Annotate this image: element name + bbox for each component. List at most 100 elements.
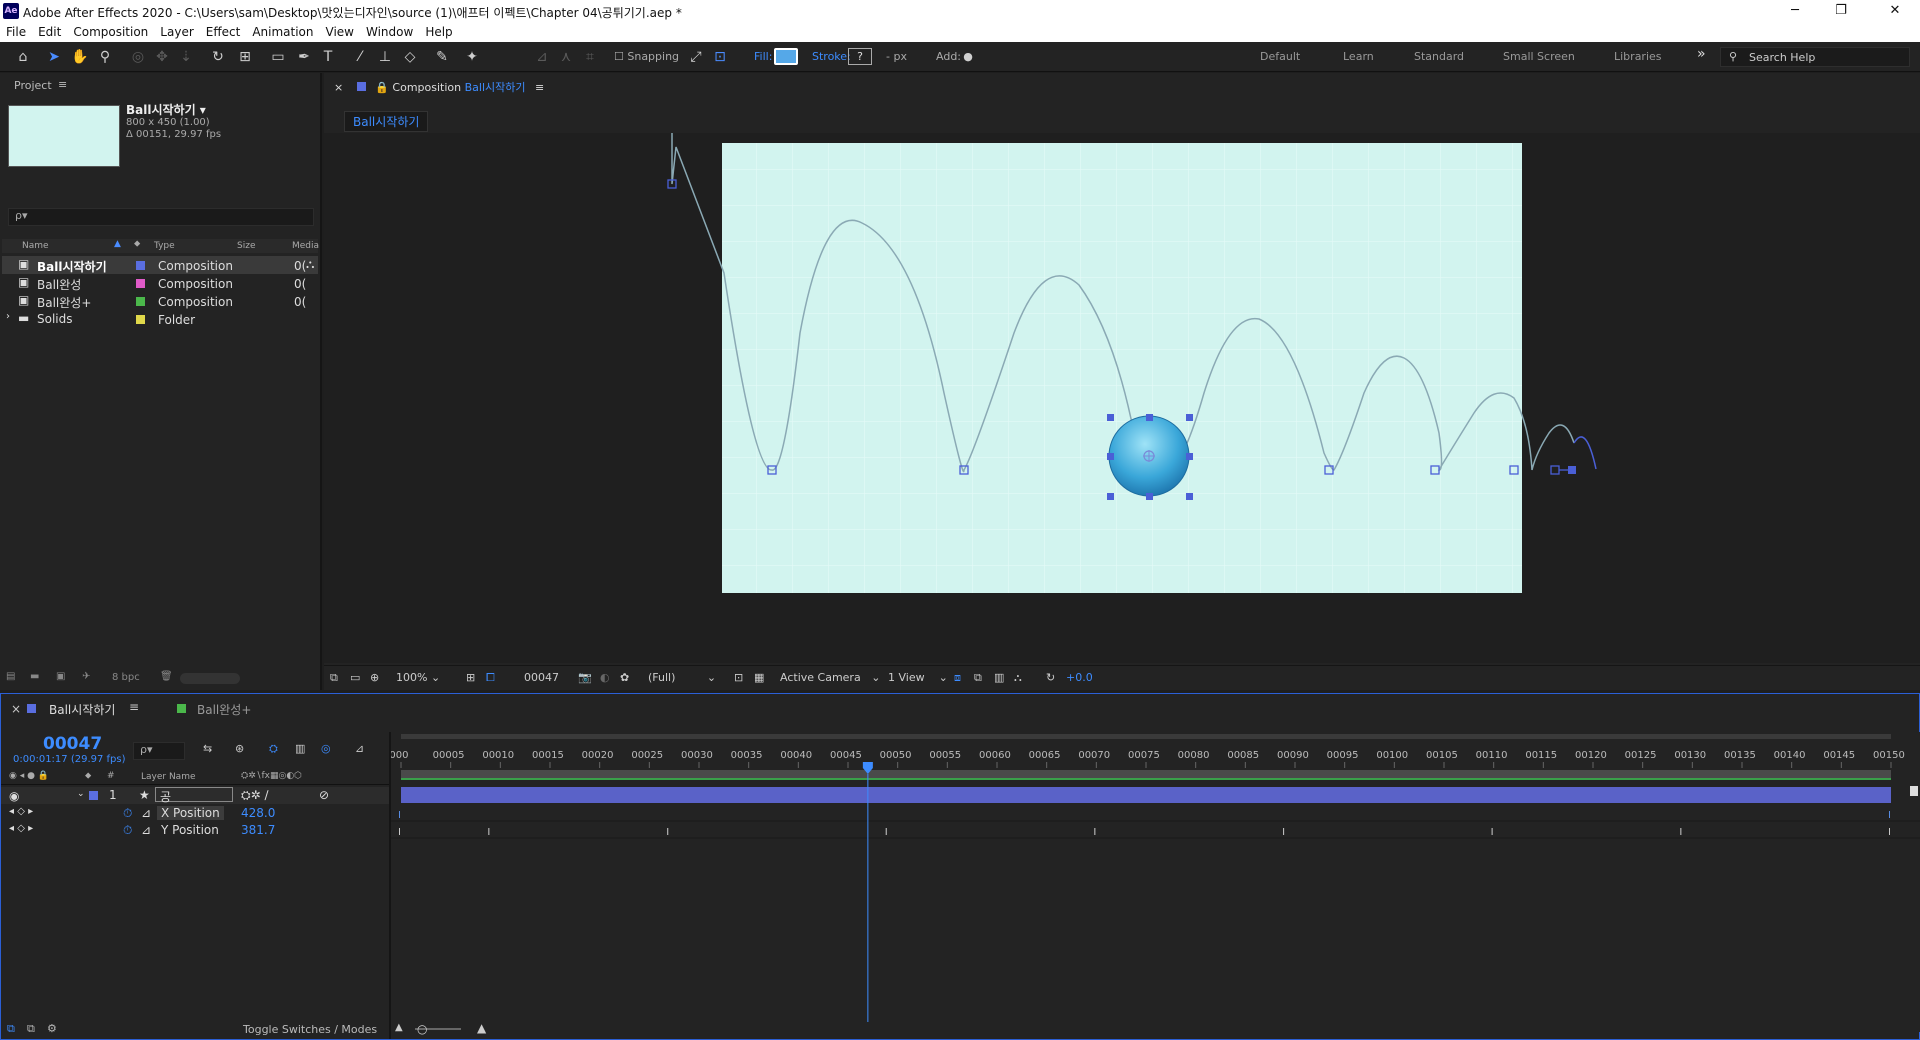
workspace-libraries[interactable]: Libraries — [1614, 50, 1662, 63]
project-tab[interactable]: Project — [14, 79, 52, 92]
keyframe-y[interactable]: Ι — [1093, 827, 1096, 838]
close-tab-icon[interactable]: × — [334, 81, 343, 94]
motion-path-tail[interactable] — [1573, 436, 1597, 470]
stroke-label[interactable]: Stroke: — [812, 50, 851, 63]
panel-menu-icon[interactable]: ≡ — [58, 78, 67, 91]
twirl-down-icon[interactable]: ⌄ — [77, 789, 85, 799]
zoom-thumb[interactable]: ○ — [417, 1022, 427, 1036]
keyframe-y[interactable]: Ι — [666, 827, 669, 838]
close-tab-icon[interactable]: × — [11, 702, 21, 716]
show-snapshot-icon[interactable]: ◐ — [600, 671, 610, 684]
menu-layer[interactable]: Layer — [154, 22, 199, 39]
panel-menu-icon[interactable]: ≡ — [535, 81, 544, 94]
keyframe-navigator-icon[interactable]: ◂ ◇ ▸ — [9, 823, 33, 834]
path-vertex[interactable] — [1550, 465, 1560, 475]
resolution-dropdown[interactable]: (Full) ⌄ — [648, 671, 716, 684]
title-action-safe-icon[interactable]: ⧠ — [486, 671, 495, 685]
rotate-tool-icon[interactable]: ↻ — [208, 47, 228, 67]
menu-view[interactable]: View — [320, 22, 360, 39]
keyframe-y[interactable]: Ι — [1679, 827, 1682, 838]
transform-handle[interactable] — [1107, 493, 1114, 500]
timeline-graph[interactable]: 0000 00005 00010 00015 00020 00025 00030 00035 0… — [383, 732, 1920, 1032]
channel-icon[interactable]: ✿ — [620, 671, 629, 684]
transform-handle[interactable] — [1186, 493, 1193, 500]
fill-swatch[interactable] — [774, 48, 798, 65]
graph-editor-icon[interactable]: ⊿ — [355, 742, 364, 755]
snapshot-icon[interactable]: 📷 — [578, 671, 592, 684]
reset-exposure-icon[interactable]: ↻ — [1046, 671, 1055, 684]
new-comp-icon[interactable]: ▣ — [56, 671, 65, 682]
keyframe-x[interactable]: Ι — [398, 810, 401, 821]
keyframe-navigator-icon[interactable]: ◂ ◇ ▸ — [9, 806, 33, 817]
stroke-swatch[interactable]: ? — [848, 48, 872, 65]
stroke-width[interactable]: - px — [886, 50, 907, 63]
interpret-footage-icon[interactable]: ▤ — [6, 671, 15, 682]
workspace-standard[interactable]: Standard — [1414, 50, 1464, 63]
project-item[interactable]: ▣ Ball시작하기 Composition 0( ⛬ — [2, 256, 318, 274]
rectangle-tool-icon[interactable]: ▭ — [268, 47, 288, 67]
dolly-camera-icon[interactable]: ⇣ — [176, 47, 196, 67]
current-time-field[interactable]: 00047 — [524, 671, 559, 684]
property-row[interactable]: ◂ ◇ ▸ ⏱ ⊿ Y Position 381.7 — [1, 822, 389, 839]
new-folder-icon[interactable]: ▬ — [30, 671, 39, 682]
lock-icon[interactable]: 🔒 — [375, 81, 389, 94]
toggle-pixel-aspect-icon[interactable]: ⧈ — [954, 671, 961, 685]
eraser-tool-icon[interactable]: ◇ — [400, 47, 420, 67]
label-color-chip[interactable] — [89, 791, 98, 800]
timeline-zoom-slider[interactable]: ▲ ○ ▲ — [393, 1021, 503, 1037]
axis-view-icon[interactable]: ⌗ — [580, 47, 600, 67]
layer-switches-toggle-icon[interactable]: ⧉ — [7, 1022, 15, 1036]
property-value[interactable]: 381.7 — [241, 823, 275, 837]
snapping-checkbox[interactable]: ☐ Snapping — [614, 50, 679, 63]
toggle-switches-modes[interactable]: Toggle Switches / Modes — [243, 1023, 377, 1036]
hand-tool-icon[interactable]: ✋ — [70, 47, 90, 67]
draft-3d-icon[interactable]: ⊛ — [235, 742, 244, 755]
flowchart-icon[interactable]: ⛬ — [1014, 671, 1022, 685]
label-color-chip[interactable] — [136, 297, 145, 306]
layer-name[interactable]: 공 — [155, 787, 233, 804]
expand-arrow-icon[interactable]: › — [6, 311, 10, 322]
shy-layers-icon[interactable]: ⛭ — [269, 742, 278, 756]
selection-tool-icon[interactable]: ➤ — [44, 47, 64, 67]
menu-edit[interactable]: Edit — [32, 22, 67, 39]
zoom-dropdown[interactable]: 100% ⌄ — [396, 671, 440, 684]
work-area-bar[interactable] — [401, 734, 1891, 739]
project-search-input[interactable]: ρ▾ — [8, 208, 314, 226]
col-name[interactable]: Name — [22, 241, 49, 251]
zoom-in-icon[interactable]: ▲ — [477, 1021, 486, 1035]
transform-handle[interactable] — [1107, 453, 1114, 460]
pan-camera-icon[interactable]: ✥ — [152, 47, 172, 67]
snap-edges-icon[interactable]: ⤢ — [686, 47, 706, 67]
camera-dropdown[interactable]: Active Camera ⌄ — [780, 671, 880, 684]
add-menu-icon[interactable]: ● — [958, 47, 978, 67]
orbit-camera-icon[interactable]: ◎ — [128, 47, 148, 67]
timeline-tab-active[interactable]: Ball시작하기 — [49, 701, 115, 718]
transfer-controls-icon[interactable]: ⧉ — [27, 1022, 35, 1036]
bit-depth-button[interactable]: 8 bpc — [112, 672, 140, 683]
workspace-default[interactable]: Default — [1260, 50, 1300, 63]
type-tool-icon[interactable]: T — [318, 47, 338, 67]
motion-blur-icon[interactable]: ◎ — [321, 742, 331, 755]
maximize-button[interactable]: ❐ — [1818, 0, 1864, 22]
always-preview-icon[interactable]: ⧉ — [330, 671, 338, 685]
keyframe-y[interactable]: Ι — [885, 827, 888, 838]
transform-handle[interactable] — [1146, 414, 1153, 421]
mask-visibility-icon[interactable]: ⊕ — [370, 671, 379, 684]
current-time-display[interactable]: 00047 — [43, 734, 102, 754]
col-type[interactable]: Type — [154, 241, 175, 251]
close-button[interactable]: ✕ — [1872, 0, 1918, 22]
parent-pickwhip-icon[interactable]: ⊘ — [319, 788, 329, 802]
timeline-search-input[interactable]: ρ▾ — [133, 742, 185, 760]
keyframe-y[interactable]: Ι — [487, 827, 490, 838]
workspace-learn[interactable]: Learn — [1343, 50, 1374, 63]
flowchart-icon[interactable]: ⛬ — [306, 257, 314, 272]
frame-blending-icon[interactable]: ▥ — [295, 742, 305, 755]
exposure-value[interactable]: +0.0 — [1066, 671, 1093, 684]
menu-effect[interactable]: Effect — [200, 22, 247, 39]
in-out-icon[interactable]: ⚙ — [47, 1022, 57, 1035]
axis-world-icon[interactable]: ⋏ — [556, 47, 576, 67]
trash-icon[interactable]: 🗑 — [160, 671, 173, 682]
project-item[interactable]: › ▬ Solids Folder — [2, 310, 318, 328]
transparency-grid-icon[interactable]: ▦ — [754, 671, 764, 684]
selected-comp-name[interactable]: Ball시작하기 ▾ — [126, 101, 206, 118]
